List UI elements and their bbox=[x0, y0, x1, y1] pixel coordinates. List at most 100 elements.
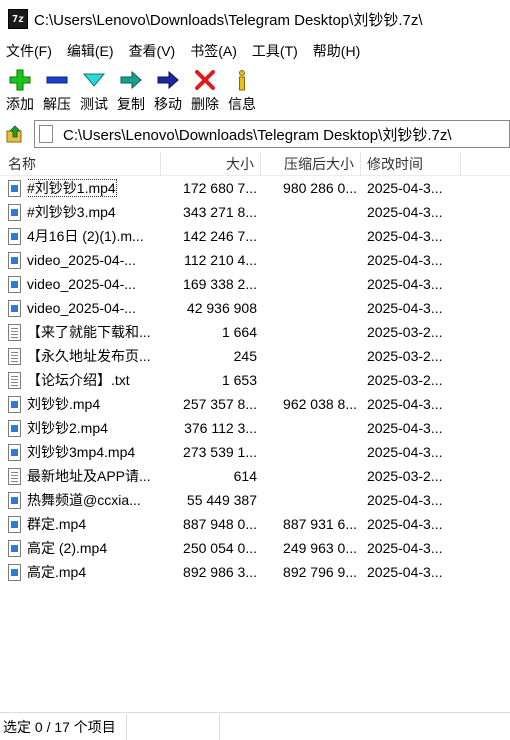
plus-icon bbox=[8, 68, 32, 92]
file-row[interactable]: 高定.mp4 892 986 3... 892 796 9... 2025-04-3.… bbox=[0, 560, 510, 584]
file-packed-size bbox=[261, 320, 357, 344]
file-name: 高定.mp4 bbox=[27, 560, 161, 584]
file-size: 376 112 3... bbox=[184, 420, 257, 436]
move-label: 移动 bbox=[154, 96, 182, 112]
file-packed-size bbox=[261, 344, 357, 368]
file-modified: 2025-04-3... bbox=[367, 300, 443, 316]
selection-status: 选定 0 / 17 个项目 bbox=[3, 718, 116, 735]
file-size: 55 449 387 bbox=[186, 492, 257, 508]
menu-bookmarks[interactable]: 书签(A) bbox=[190, 41, 237, 61]
file-size: 1 653 bbox=[221, 372, 257, 388]
file-name: video_2025-04-... bbox=[27, 272, 161, 296]
file-name: 【论坛介绍】.txt bbox=[27, 368, 161, 392]
file-modified: 2025-03-2... bbox=[367, 348, 443, 364]
menu-file[interactable]: 文件(F) bbox=[6, 41, 52, 61]
column-header-modified[interactable]: 修改时间 bbox=[361, 152, 461, 176]
video-file-icon bbox=[8, 179, 21, 197]
file-name: 4月16日 (2)(1).m... bbox=[27, 224, 161, 248]
copy-arrow-icon bbox=[119, 68, 143, 92]
file-size: 42 936 908 bbox=[186, 300, 257, 316]
file-size: 887 948 0... bbox=[183, 516, 257, 532]
file-size: 257 357 8... bbox=[183, 396, 257, 412]
file-name: 高定 (2).mp4 bbox=[27, 536, 161, 560]
video-file-icon bbox=[8, 419, 21, 437]
file-row[interactable]: video_2025-04-... 112 210 4... 2025-04-3..… bbox=[0, 248, 510, 272]
menu-tools[interactable]: 工具(T) bbox=[252, 41, 298, 61]
file-name: 最新地址及APP请... bbox=[27, 464, 161, 488]
file-row[interactable]: 【来了就能下载和... 1 664 2025-03-2... bbox=[0, 320, 510, 344]
column-header-size[interactable]: 大小 bbox=[161, 152, 261, 176]
file-size: 273 539 1... bbox=[183, 444, 257, 460]
file-row[interactable]: 刘钞钞3mp4.mp4 273 539 1... 2025-04-3... bbox=[0, 440, 510, 464]
video-file-icon bbox=[8, 248, 24, 272]
move-button[interactable]: 移动 bbox=[150, 64, 186, 116]
video-file-icon bbox=[8, 416, 24, 440]
extract-label: 解压 bbox=[43, 96, 71, 112]
file-packed-size bbox=[261, 440, 357, 464]
file-row[interactable]: 刘钞钞2.mp4 376 112 3... 2025-04-3... bbox=[0, 416, 510, 440]
file-row[interactable]: 刘钞钞.mp4 257 357 8... 962 038 8... 2025-04-3… bbox=[0, 392, 510, 416]
file-row[interactable]: 【永久地址发布页... 245 2025-03-2... bbox=[0, 344, 510, 368]
file-name-text: 高定.mp4 bbox=[27, 564, 87, 580]
file-name: 刘钞钞3mp4.mp4 bbox=[27, 440, 161, 464]
text-file-icon bbox=[8, 347, 21, 365]
file-name-text: 刘钞钞.mp4 bbox=[27, 396, 101, 412]
video-file-icon bbox=[8, 488, 24, 512]
file-name: 刘钞钞2.mp4 bbox=[27, 416, 161, 440]
file-name-text: video_2025-04-... bbox=[27, 300, 136, 316]
file-row[interactable]: video_2025-04-... 169 338 2... 2025-04-3..… bbox=[0, 272, 510, 296]
video-file-icon bbox=[8, 227, 21, 245]
file-row[interactable]: 高定 (2).mp4 250 054 0... 249 963 0... 2025-0… bbox=[0, 536, 510, 560]
video-file-icon bbox=[8, 296, 24, 320]
file-list[interactable]: 名称 大小 压缩后大小 修改时间 #刘钞钞1.mp4 172 680 7... 98… bbox=[0, 152, 510, 712]
column-header-name[interactable]: 名称 bbox=[0, 152, 161, 176]
test-button[interactable]: 测试 bbox=[76, 64, 112, 116]
file-name-text: 【论坛介绍】.txt bbox=[27, 372, 130, 388]
file-packed-size bbox=[261, 224, 357, 248]
address-bar: C:\Users\Lenovo\Downloads\Telegram Deskt… bbox=[0, 118, 510, 150]
file-modified: 2025-03-2... bbox=[367, 372, 443, 388]
file-name: 【来了就能下载和... bbox=[27, 320, 161, 344]
path-input[interactable]: C:\Users\Lenovo\Downloads\Telegram Deskt… bbox=[34, 120, 510, 148]
file-row[interactable]: #刘钞钞3.mp4 343 271 8... 2025-04-3... bbox=[0, 200, 510, 224]
up-folder-button[interactable] bbox=[4, 123, 26, 145]
7zip-app-icon: 7z bbox=[8, 9, 28, 29]
file-packed-size bbox=[261, 248, 357, 272]
video-file-icon bbox=[8, 443, 21, 461]
menu-view[interactable]: 查看(V) bbox=[129, 41, 176, 61]
file-name: video_2025-04-... bbox=[27, 248, 161, 272]
file-modified: 2025-04-3... bbox=[367, 204, 443, 220]
file-row[interactable]: 最新地址及APP请... 614 2025-03-2... bbox=[0, 464, 510, 488]
file-row[interactable]: 【论坛介绍】.txt 1 653 2025-03-2... bbox=[0, 368, 510, 392]
file-name: 【永久地址发布页... bbox=[27, 344, 161, 368]
file-packed-size: 887 931 6... bbox=[283, 516, 357, 532]
file-size: 245 bbox=[233, 348, 257, 364]
file-size: 1 664 bbox=[221, 324, 257, 340]
add-button[interactable]: 添加 bbox=[2, 64, 38, 116]
file-modified: 2025-03-2... bbox=[367, 324, 443, 340]
column-header-packed-size[interactable]: 压缩后大小 bbox=[261, 152, 361, 176]
menu-help[interactable]: 帮助(H) bbox=[313, 41, 360, 61]
video-file-icon bbox=[8, 440, 24, 464]
document-icon bbox=[39, 125, 53, 143]
file-modified: 2025-04-3... bbox=[367, 396, 443, 412]
file-row[interactable]: 群定.mp4 887 948 0... 887 931 6... 2025-04-3.… bbox=[0, 512, 510, 536]
path-text: C:\Users\Lenovo\Downloads\Telegram Deskt… bbox=[63, 126, 452, 144]
text-file-icon bbox=[8, 323, 21, 341]
file-row[interactable]: #刘钞钞1.mp4 172 680 7... 980 286 0... 2025-04… bbox=[0, 176, 510, 200]
file-packed-size bbox=[261, 464, 357, 488]
info-button[interactable]: 信息 bbox=[224, 64, 260, 116]
copy-button[interactable]: 复制 bbox=[113, 64, 149, 116]
menu-edit[interactable]: 编辑(E) bbox=[67, 41, 114, 61]
file-row[interactable]: 热舞频道@ccxia... 55 449 387 2025-04-3... bbox=[0, 488, 510, 512]
file-row[interactable]: 4月16日 (2)(1).m... 142 246 7... 2025-04-3..… bbox=[0, 224, 510, 248]
extract-button[interactable]: 解压 bbox=[39, 64, 75, 116]
video-file-icon bbox=[8, 203, 21, 221]
file-row[interactable]: video_2025-04-... 42 936 908 2025-04-3... bbox=[0, 296, 510, 320]
title-bar: 7z C:\Users\Lenovo\Downloads\Telegram De… bbox=[0, 0, 510, 38]
list-header: 名称 大小 压缩后大小 修改时间 bbox=[0, 152, 510, 176]
video-file-icon bbox=[8, 560, 24, 584]
file-modified: 2025-04-3... bbox=[367, 228, 443, 244]
delete-button[interactable]: 删除 bbox=[187, 64, 223, 116]
checkmark-icon bbox=[82, 68, 106, 92]
